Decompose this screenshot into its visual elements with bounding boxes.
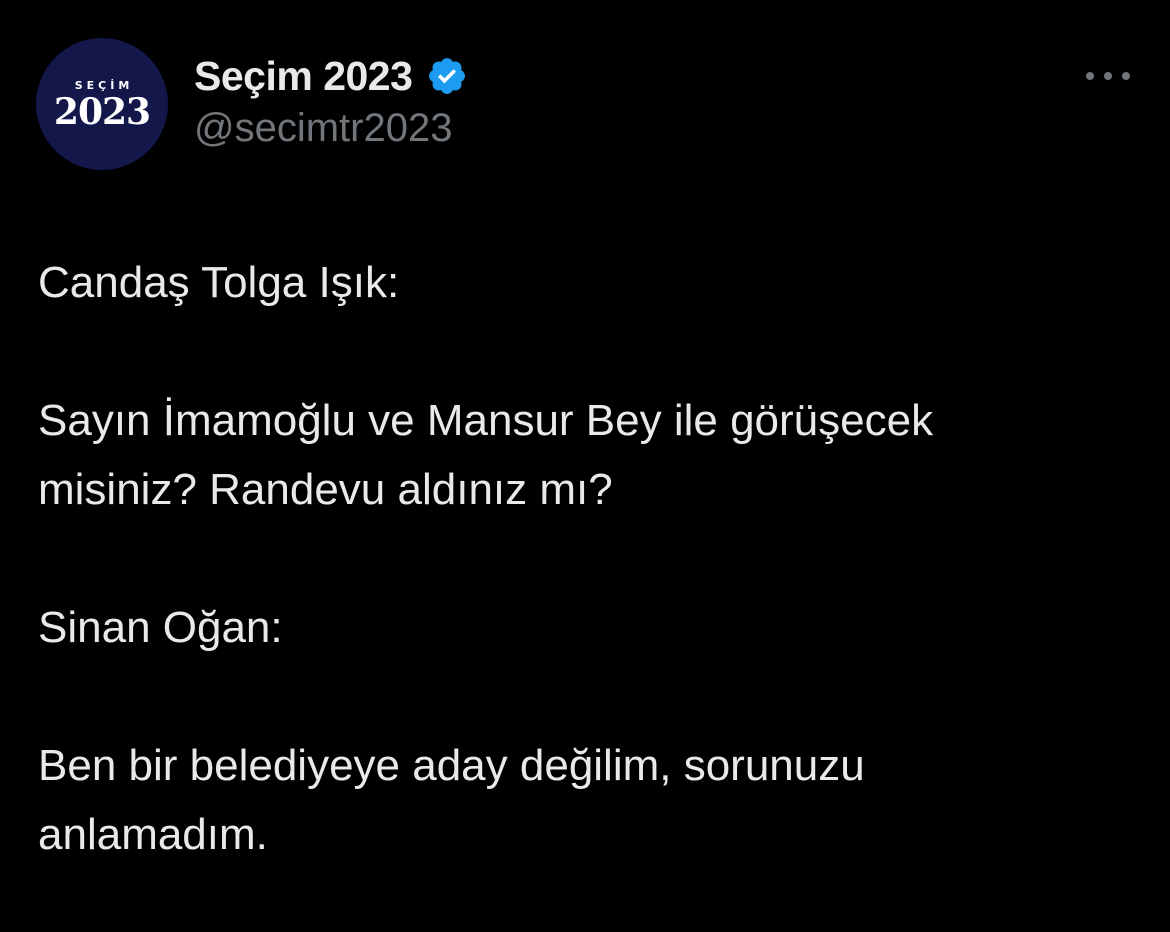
tweet-line: anlamadım. (38, 810, 268, 859)
tweet-line: Sayın İmamoğlu ve Mansur Bey ile görüşec… (38, 396, 934, 445)
display-name[interactable]: Seçim 2023 (194, 53, 413, 100)
verified-badge-icon (429, 58, 466, 94)
name-row: Seçim 2023 (194, 50, 468, 102)
tweet-line: Candaş Tolga Işık: (38, 258, 400, 307)
tweet-line: Sinan Oğan: (38, 603, 283, 652)
more-horizontal-icon (1122, 72, 1130, 80)
more-options-button[interactable] (1086, 64, 1130, 88)
tweet-line: Ben bir belediyeye aday değilim, sorunuz… (38, 741, 865, 790)
avatar-small-text: SEÇİM (74, 78, 134, 92)
avatar[interactable]: SEÇİM 2023 (36, 38, 168, 170)
tweet-card: SEÇİM 2023 Seçim 2023 @secimtr2023 Canda… (0, 0, 1170, 932)
tweet-header: Seçim 2023 @secimtr2023 (194, 50, 468, 151)
tweet-text: Candaş Tolga Işık: Sayın İmamoğlu ve Man… (38, 248, 1138, 869)
tweet-line: misiniz? Randevu aldınız mı? (38, 465, 613, 514)
more-horizontal-icon (1086, 72, 1094, 80)
more-horizontal-icon (1104, 72, 1112, 80)
handle[interactable]: @secimtr2023 (194, 106, 468, 151)
avatar-big-text: 2023 (53, 90, 151, 133)
